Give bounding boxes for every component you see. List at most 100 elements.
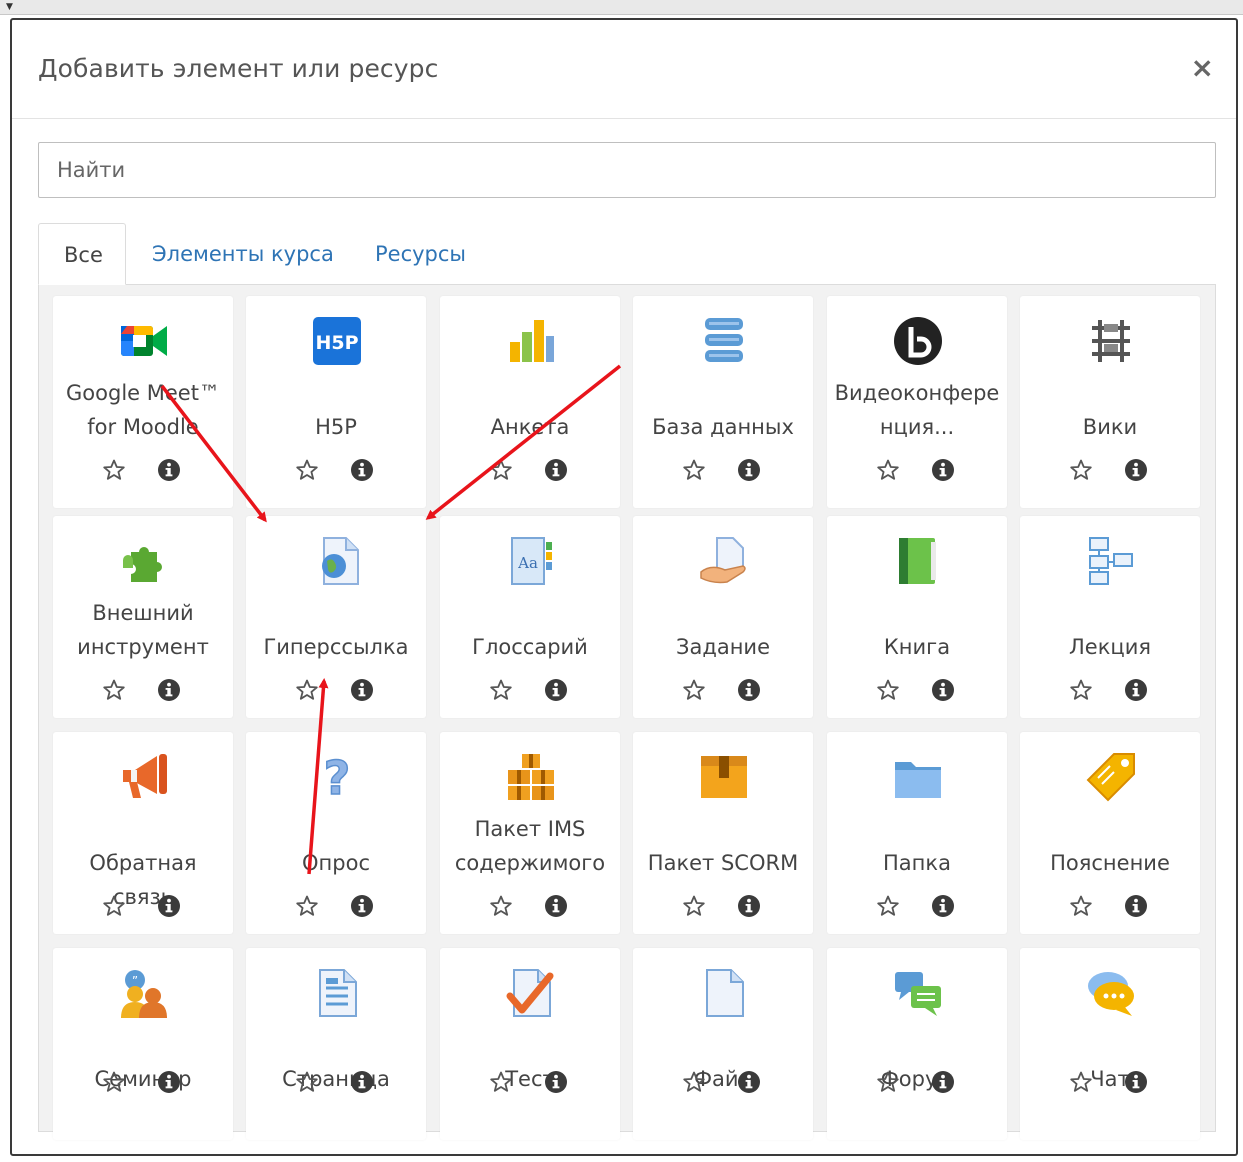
- activity-card[interactable]: Задание: [633, 516, 813, 718]
- info-icon[interactable]: [931, 894, 955, 918]
- survey-icon: [504, 314, 558, 368]
- activity-label: Пакет IMS содержимого: [454, 817, 606, 875]
- activity-card[interactable]: База данных: [633, 296, 813, 508]
- activity-label: Книга: [883, 635, 951, 659]
- choice-icon: [310, 750, 364, 804]
- activity-card[interactable]: Папка: [827, 732, 1007, 934]
- info-icon[interactable]: [1124, 1070, 1148, 1094]
- info-icon[interactable]: [931, 1070, 955, 1094]
- activity-card[interactable]: Пояснение: [1020, 732, 1200, 934]
- info-icon[interactable]: [157, 678, 181, 702]
- tab-all[interactable]: Все: [38, 223, 126, 285]
- star-icon[interactable]: [1069, 458, 1093, 482]
- lesson-icon: [1084, 534, 1138, 588]
- info-icon[interactable]: [157, 1070, 181, 1094]
- activity-card[interactable]: Пакет SCORM: [633, 732, 813, 934]
- activity-label: Гиперссылка: [263, 635, 409, 659]
- info-icon[interactable]: [737, 678, 761, 702]
- info-icon[interactable]: [931, 678, 955, 702]
- star-icon[interactable]: [876, 894, 900, 918]
- external-tool-icon: [117, 534, 171, 588]
- info-icon[interactable]: [931, 458, 955, 482]
- activity-label: Видеоконфере нция...: [834, 381, 1000, 439]
- star-icon[interactable]: [102, 1070, 126, 1094]
- info-icon[interactable]: [544, 678, 568, 702]
- activity-label: Страница: [282, 1067, 390, 1091]
- star-icon[interactable]: [102, 458, 126, 482]
- star-icon[interactable]: [295, 1070, 319, 1094]
- info-icon[interactable]: [1124, 458, 1148, 482]
- info-icon[interactable]: [544, 458, 568, 482]
- activity-card[interactable]: Семинар: [53, 948, 233, 1140]
- star-icon[interactable]: [102, 678, 126, 702]
- activity-label: Чат: [1090, 1067, 1130, 1091]
- activity-label: Файл: [693, 1067, 753, 1091]
- activity-card[interactable]: Гиперссылка: [246, 516, 426, 718]
- info-icon[interactable]: [737, 894, 761, 918]
- activity-label: Пакет SCORM: [647, 851, 799, 875]
- star-icon[interactable]: [682, 678, 706, 702]
- info-icon[interactable]: [350, 1070, 374, 1094]
- dialog-title: Добавить элемент или ресурс: [38, 54, 439, 83]
- info-icon[interactable]: [544, 894, 568, 918]
- star-icon[interactable]: [295, 458, 319, 482]
- activity-card[interactable]: Анкета: [440, 296, 620, 508]
- activity-card[interactable]: Вики: [1020, 296, 1200, 508]
- info-icon[interactable]: [350, 894, 374, 918]
- activity-card[interactable]: Опрос: [246, 732, 426, 934]
- activity-card[interactable]: Внешний инструмент: [53, 516, 233, 718]
- file-icon: [697, 966, 751, 1020]
- feedback-icon: [117, 750, 171, 804]
- activity-card[interactable]: Пакет IMS содержимого: [440, 732, 620, 934]
- star-icon[interactable]: [489, 894, 513, 918]
- activity-card[interactable]: Лекция: [1020, 516, 1200, 718]
- activity-card[interactable]: Глоссарий: [440, 516, 620, 718]
- activity-card[interactable]: Форум: [827, 948, 1007, 1140]
- star-icon[interactable]: [295, 894, 319, 918]
- wiki-icon: [1084, 314, 1138, 368]
- star-icon[interactable]: [682, 1070, 706, 1094]
- tab-activities[interactable]: Элементы курса: [126, 223, 360, 285]
- star-icon[interactable]: [1069, 1070, 1093, 1094]
- workshop-icon: [117, 966, 171, 1020]
- activity-label: Папка: [883, 851, 951, 875]
- assignment-icon: [697, 534, 751, 588]
- star-icon[interactable]: [489, 1070, 513, 1094]
- search-input[interactable]: [38, 142, 1216, 198]
- info-icon[interactable]: [350, 458, 374, 482]
- info-icon[interactable]: [1124, 894, 1148, 918]
- star-icon[interactable]: [1069, 678, 1093, 702]
- info-icon[interactable]: [544, 1070, 568, 1094]
- activity-card[interactable]: Файл: [633, 948, 813, 1140]
- activity-card[interactable]: Google Meet™ for Moodle: [53, 296, 233, 508]
- activity-card[interactable]: Видеоконфере нция...: [827, 296, 1007, 508]
- activity-card[interactable]: Тест: [440, 948, 620, 1140]
- star-icon[interactable]: [1069, 894, 1093, 918]
- star-icon[interactable]: [489, 678, 513, 702]
- star-icon[interactable]: [876, 458, 900, 482]
- star-icon[interactable]: [682, 894, 706, 918]
- star-icon[interactable]: [682, 458, 706, 482]
- star-icon[interactable]: [102, 894, 126, 918]
- folder-icon: [891, 750, 945, 804]
- url-icon: [310, 534, 364, 588]
- activity-card[interactable]: Страница: [246, 948, 426, 1140]
- close-button[interactable]: ×: [1191, 54, 1214, 82]
- activity-label: Анкета: [490, 415, 570, 439]
- star-icon[interactable]: [489, 458, 513, 482]
- activity-card[interactable]: Обратная связь: [53, 732, 233, 934]
- activity-card[interactable]: Чат: [1020, 948, 1200, 1140]
- activity-card[interactable]: Книга: [827, 516, 1007, 718]
- info-icon[interactable]: [737, 458, 761, 482]
- activity-card[interactable]: H5P: [246, 296, 426, 508]
- info-icon[interactable]: [157, 894, 181, 918]
- star-icon[interactable]: [876, 1070, 900, 1094]
- info-icon[interactable]: [157, 458, 181, 482]
- tab-resources[interactable]: Ресурсы: [349, 223, 492, 285]
- star-icon[interactable]: [876, 678, 900, 702]
- star-icon[interactable]: [295, 678, 319, 702]
- info-icon[interactable]: [1124, 678, 1148, 702]
- background-page-strip: ▼: [0, 0, 1243, 15]
- info-icon[interactable]: [737, 1070, 761, 1094]
- info-icon[interactable]: [350, 678, 374, 702]
